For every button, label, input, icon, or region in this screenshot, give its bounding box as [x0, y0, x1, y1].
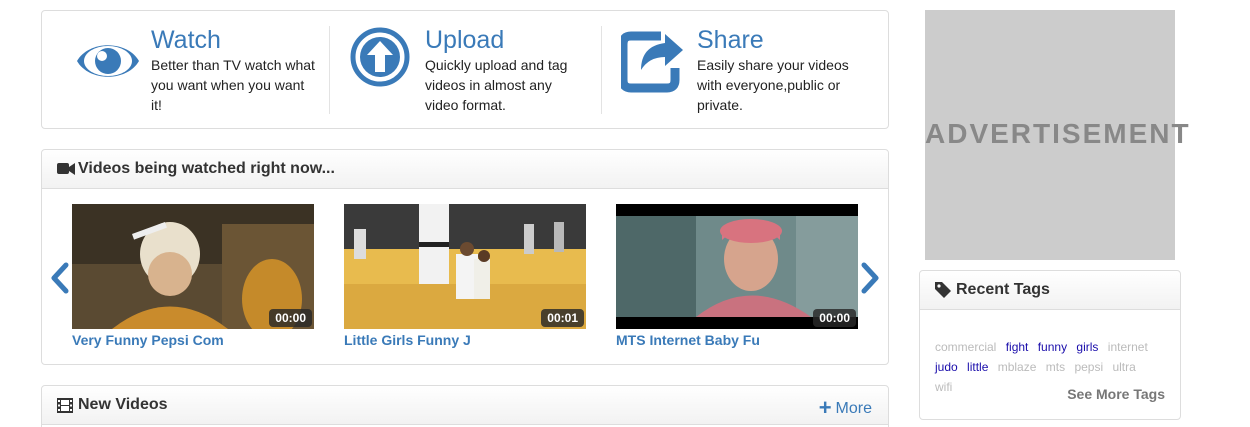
carousel-prev-icon[interactable] [50, 262, 70, 294]
feature-title: Upload [425, 26, 505, 54]
carousel-next-icon[interactable] [860, 262, 880, 294]
eye-icon [77, 45, 139, 77]
tag-link[interactable]: judo [935, 360, 958, 374]
tag-link[interactable]: fight [1006, 340, 1029, 354]
tag-link[interactable]: ultra [1112, 360, 1135, 374]
divider [329, 26, 330, 114]
panel-header: New Videos + More [42, 386, 888, 425]
more-label: More [835, 400, 872, 417]
share-icon [621, 31, 683, 93]
video-thumbnail[interactable]: 00:01 [344, 204, 586, 329]
upload-icon [350, 27, 410, 87]
panel-title: Videos being watched right now... [78, 160, 335, 177]
divider [601, 26, 602, 114]
tag-icon [935, 282, 951, 298]
new-videos-panel: New Videos + More [41, 385, 889, 427]
feature-desc: Better than TV watch what you want when … [151, 57, 315, 113]
feature-title: Watch [151, 26, 221, 54]
more-link[interactable]: + More [819, 395, 872, 421]
watching-panel: Videos being watched right now... 00:00 … [41, 149, 889, 365]
tag-link[interactable]: mblaze [998, 360, 1037, 374]
advertisement-banner[interactable]: ADVERTISEMENT [925, 10, 1191, 260]
tag-link[interactable]: pepsi [1074, 360, 1103, 374]
advertisement-label: ADVERTISEMENT [925, 118, 1191, 149]
video-thumbnail[interactable]: 00:00 [72, 204, 314, 329]
tag-link[interactable]: funny [1038, 340, 1067, 354]
tag-link[interactable]: girls [1076, 340, 1098, 354]
video-camera-icon [57, 163, 75, 175]
film-icon [57, 398, 73, 413]
video-duration: 00:00 [813, 309, 856, 327]
video-duration: 00:01 [541, 309, 584, 327]
panel-title: Recent Tags [956, 281, 1050, 298]
feature-desc: Quickly upload and tag videos in almost … [425, 57, 568, 113]
recent-tags-panel: Recent Tags commercial fight funny girls… [919, 270, 1181, 420]
features-panel: Watch Better than TV watch what you want… [41, 10, 889, 129]
tag-link[interactable]: mts [1046, 360, 1065, 374]
video-title-link[interactable]: Very Funny Pepsi Com [72, 332, 224, 348]
panel-header: Recent Tags [920, 271, 1180, 310]
video-thumbnail[interactable]: 00:00 [616, 204, 858, 329]
video-title-link[interactable]: MTS Internet Baby Fu [616, 332, 760, 348]
video-title-link[interactable]: Little Girls Funny J [344, 332, 471, 348]
tag-link[interactable]: little [967, 360, 988, 374]
tag-link[interactable]: wifi [935, 380, 952, 394]
panel-header: Videos being watched right now... [42, 150, 888, 189]
feature-desc: Easily share your videos with everyone,p… [697, 57, 849, 113]
see-more-tags-link[interactable]: See More Tags [1067, 386, 1165, 402]
plus-icon: + [818, 395, 832, 420]
panel-title: New Videos [78, 396, 168, 413]
tag-link[interactable]: internet [1108, 340, 1148, 354]
feature-title: Share [697, 26, 764, 54]
video-duration: 00:00 [269, 309, 312, 327]
tag-link[interactable]: commercial [935, 340, 996, 354]
